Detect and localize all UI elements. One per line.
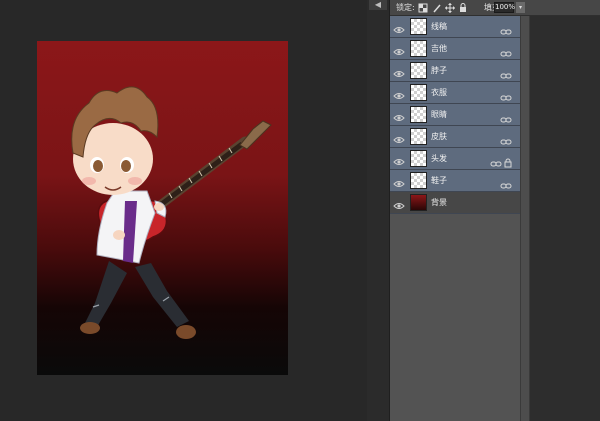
lock-all-icon[interactable] xyxy=(458,3,468,13)
layer-row[interactable]: 吉他 xyxy=(390,38,520,60)
layer-link-icon xyxy=(490,154,502,167)
visibility-eye-icon[interactable] xyxy=(393,87,405,99)
layer-name[interactable]: 背景 xyxy=(431,197,447,208)
layer-lock-bar: 锁定: 填充: 100% ▾ xyxy=(390,0,600,16)
visibility-eye-icon[interactable] xyxy=(393,131,405,143)
layer-row[interactable]: 头发 xyxy=(390,148,520,170)
layers-list: 线稿吉他脖子衣服眼睛皮肤头发鞋子背景 xyxy=(390,16,520,214)
layer-row[interactable]: 鞋子 xyxy=(390,170,520,192)
panel-empty-area xyxy=(530,16,600,421)
layer-thumbnail[interactable] xyxy=(410,40,427,57)
layer-thumbnail[interactable] xyxy=(410,62,427,79)
layer-link-icon xyxy=(500,66,512,79)
layer-thumbnail[interactable] xyxy=(410,106,427,123)
lock-image-icon[interactable] xyxy=(432,3,442,13)
layers-panel: 锁定: 填充: 100% ▾ 线稿吉他脖子衣服眼睛皮肤头发鞋子背景 xyxy=(389,0,600,421)
layer-name[interactable]: 皮肤 xyxy=(431,131,447,142)
layer-name[interactable]: 头发 xyxy=(431,153,447,164)
layer-thumbnail[interactable] xyxy=(410,128,427,145)
visibility-eye-icon[interactable] xyxy=(393,197,405,209)
layer-name[interactable]: 衣服 xyxy=(431,87,447,98)
document-canvas[interactable] xyxy=(37,41,288,375)
lock-transparent-icon[interactable] xyxy=(418,3,428,13)
layer-name[interactable]: 线稿 xyxy=(431,21,447,32)
layer-name[interactable]: 吉他 xyxy=(431,43,447,54)
layer-name[interactable]: 鞋子 xyxy=(431,175,447,186)
photoshop-window: ◀ 锁定: 填充: 100% ▾ 线稿吉他脖子衣服眼睛皮肤头发鞋子背景 xyxy=(0,0,600,421)
layer-row[interactable]: 脖子 xyxy=(390,60,520,82)
lock-position-icon[interactable] xyxy=(445,3,455,13)
collapse-panel-button[interactable]: ◀ xyxy=(369,0,387,10)
layer-thumbnail[interactable] xyxy=(410,194,427,211)
layer-link-icon xyxy=(500,176,512,189)
canvas-workspace[interactable] xyxy=(0,0,367,421)
visibility-eye-icon[interactable] xyxy=(393,153,405,165)
chibi-guitarist-artwork xyxy=(71,86,272,339)
layer-link-icon xyxy=(500,110,512,123)
layer-link-icon xyxy=(500,22,512,35)
visibility-eye-icon[interactable] xyxy=(393,109,405,121)
fill-opacity-input[interactable]: 100% xyxy=(494,2,515,13)
visibility-eye-icon[interactable] xyxy=(393,21,405,33)
layer-link-icon xyxy=(500,88,512,101)
layer-row[interactable]: 衣服 xyxy=(390,82,520,104)
visibility-eye-icon[interactable] xyxy=(393,65,405,77)
layer-thumbnail[interactable] xyxy=(410,172,427,189)
fill-dropdown-button[interactable]: ▾ xyxy=(516,2,525,13)
scrollbar-thumb[interactable] xyxy=(521,16,529,421)
layer-row[interactable]: 皮肤 xyxy=(390,126,520,148)
visibility-eye-icon[interactable] xyxy=(393,43,405,55)
visibility-eye-icon[interactable] xyxy=(393,175,405,187)
lock-label: 锁定: xyxy=(396,3,415,12)
layer-row[interactable]: 背景 xyxy=(390,192,520,214)
layer-name[interactable]: 眼睛 xyxy=(431,109,447,120)
layer-thumbnail[interactable] xyxy=(410,18,427,35)
layer-thumbnail[interactable] xyxy=(410,150,427,167)
layer-name[interactable]: 脖子 xyxy=(431,65,447,76)
panel-dock-strip xyxy=(367,0,389,421)
layer-row[interactable]: 线稿 xyxy=(390,16,520,38)
layer-lock-icon xyxy=(504,153,512,168)
layer-row[interactable]: 眼睛 xyxy=(390,104,520,126)
layers-scrollbar[interactable] xyxy=(520,16,530,421)
layer-link-icon xyxy=(500,132,512,145)
layer-thumbnail[interactable] xyxy=(410,84,427,101)
layer-link-icon xyxy=(500,44,512,57)
